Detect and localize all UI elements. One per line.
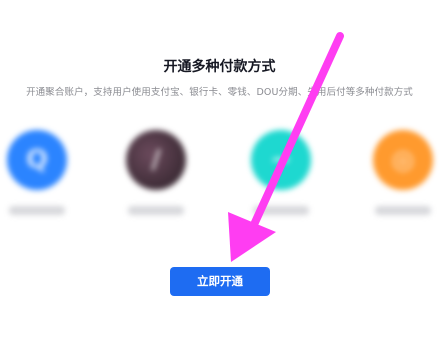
orange-icon: ◎ (373, 130, 433, 190)
payment-method-2: / (116, 130, 196, 230)
payment-method-4: ◎ (363, 130, 439, 230)
activate-now-button[interactable]: 立即开通 (170, 267, 270, 296)
page-subtitle: 开通聚合账户，支持用户使用支付宝、银行卡、零钱、DOU分期、先用后付等多种付款方… (26, 87, 413, 98)
payment-method-1: Q (0, 130, 77, 230)
payment-methods: Q / ~ ◎ (0, 130, 439, 240)
method-1-glyph: Q (25, 145, 49, 175)
method-4-label-placeholder (375, 206, 431, 215)
method-3-label-placeholder (253, 206, 309, 215)
slash-icon: / (126, 130, 186, 190)
method-2-label-placeholder (128, 206, 184, 215)
method-1-label-placeholder (9, 206, 65, 215)
payment-method-3: ~ (241, 130, 321, 230)
method-2-glyph: / (151, 145, 161, 175)
circle-q-icon: Q (7, 130, 67, 190)
method-3-glyph: ~ (270, 145, 292, 175)
page-title: 开通多种付款方式 (163, 59, 276, 75)
cyan-icon: ~ (251, 130, 311, 190)
payment-promo-screen: 开通多种付款方式 开通聚合账户，支持用户使用支付宝、银行卡、零钱、DOU分期、先… (0, 0, 439, 355)
method-4-glyph: ◎ (391, 145, 415, 175)
